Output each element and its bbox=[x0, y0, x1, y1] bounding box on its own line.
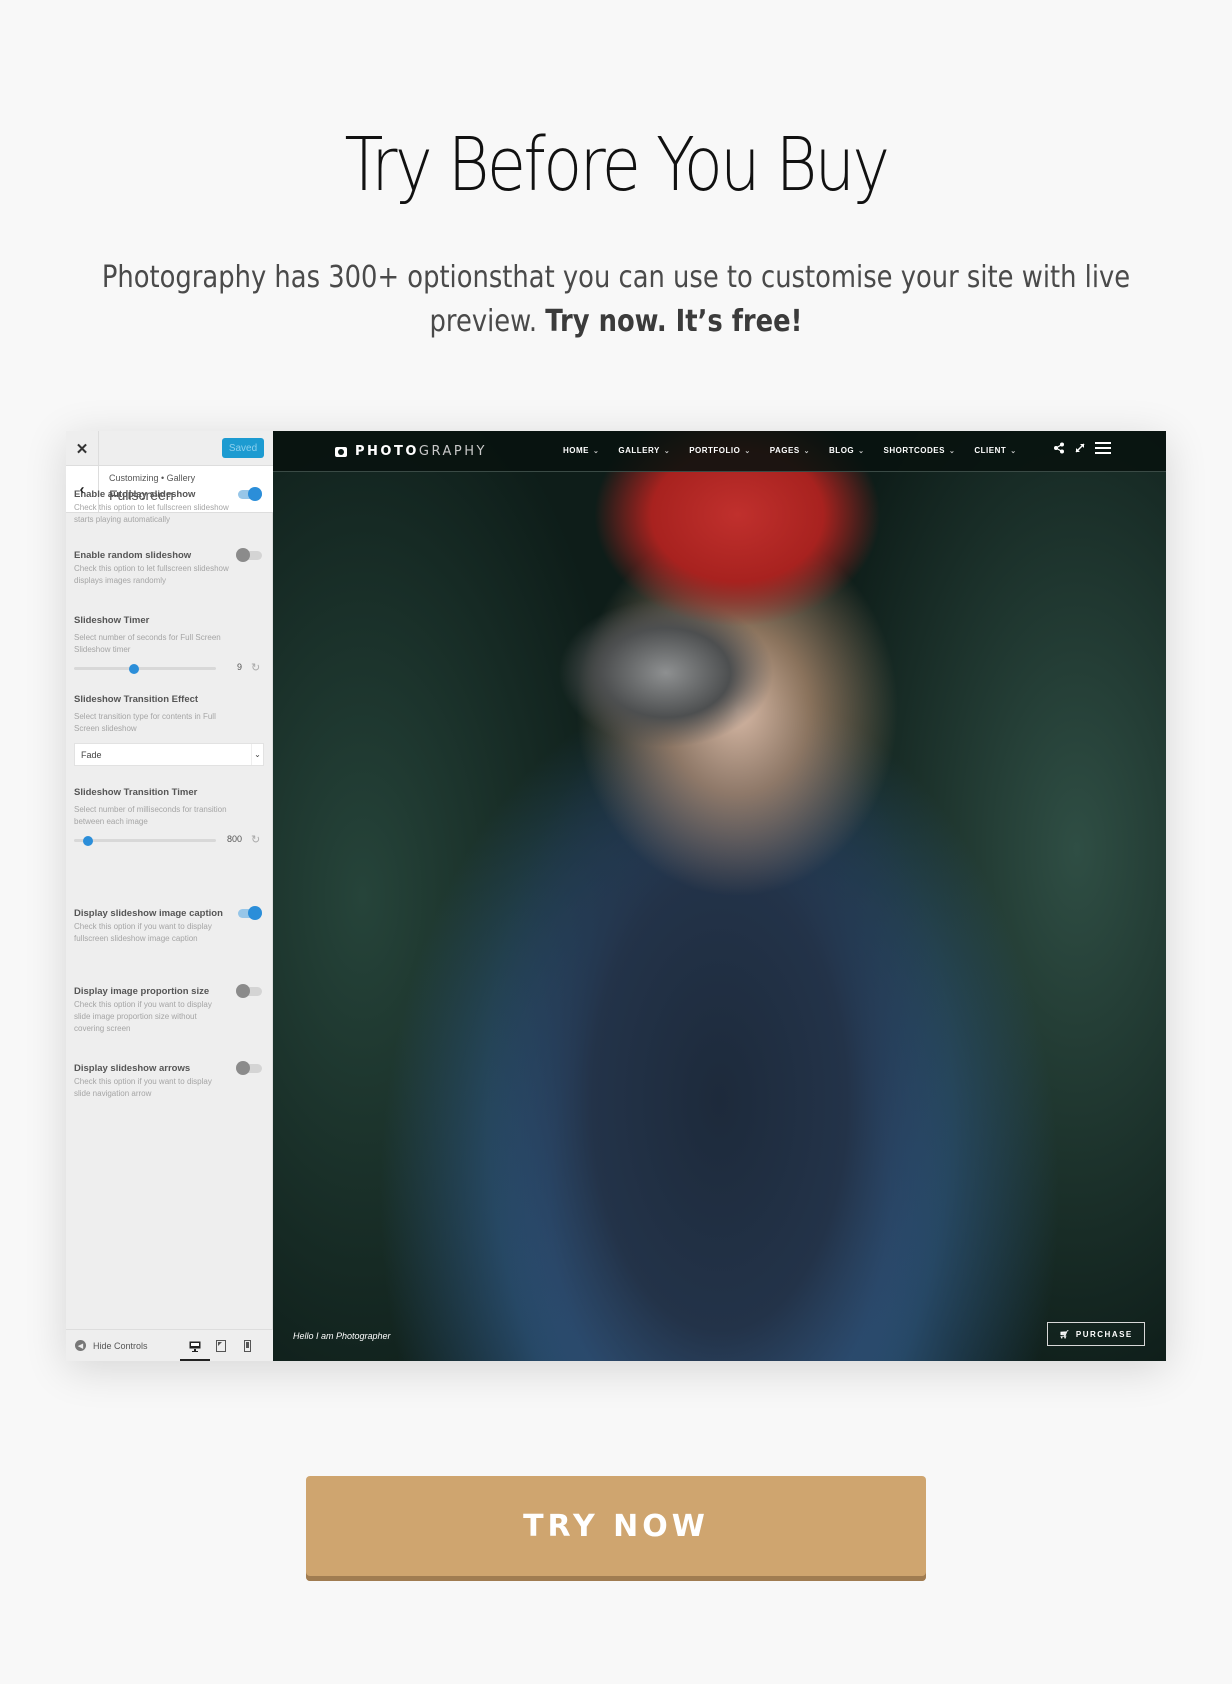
close-button[interactable]: ✕ bbox=[66, 431, 99, 466]
site-preview: PHOTOGRAPHY HOME ⌄ GALLERY ⌄ PORTFOLIO ⌄ PA… bbox=[273, 431, 1166, 1361]
preview-navbar: PHOTOGRAPHY HOME ⌄ GALLERY ⌄ PORTFOLIO ⌄ PA… bbox=[273, 431, 1166, 472]
device-mobile-button[interactable] bbox=[238, 1338, 256, 1354]
logo-light: GRAPHY bbox=[418, 444, 487, 459]
purchase-button[interactable]: 🛒︎ PURCHASE bbox=[1047, 1322, 1145, 1346]
sidebar-topbar: ✕ Saved bbox=[66, 431, 273, 466]
nav-item-client[interactable]: CLIENT ⌄ bbox=[974, 446, 1016, 455]
breadcrumb: Customizing • Gallery bbox=[109, 473, 196, 483]
nav-label: HOME bbox=[563, 446, 589, 455]
reset-icon[interactable]: ↻ bbox=[251, 833, 260, 846]
chevron-down-icon: ⌄ bbox=[1010, 448, 1017, 455]
option-image-caption: Display slideshow image caption Check th… bbox=[74, 906, 264, 945]
slider-value: 800 bbox=[226, 834, 242, 844]
nav-label: CLIENT bbox=[974, 446, 1007, 455]
hide-controls-button[interactable]: ◀ Hide Controls bbox=[75, 1340, 148, 1351]
option-title: Slideshow Transition Timer bbox=[74, 787, 198, 798]
device-desktop-button[interactable] bbox=[180, 1338, 210, 1361]
slider-handle[interactable] bbox=[128, 664, 139, 674]
nav-item-home[interactable]: HOME ⌄ bbox=[563, 446, 599, 455]
hero-subtitle: Photography has 300+ optionsthat you can… bbox=[86, 256, 1146, 344]
option-desc: Check this option to let fullscreen slid… bbox=[74, 503, 229, 524]
mobile-icon bbox=[243, 1340, 251, 1352]
reset-icon[interactable]: ↻ bbox=[251, 661, 260, 674]
option-random: Enable random slideshow Check this optio… bbox=[74, 548, 264, 587]
customizer-screenshot: ✕ Saved ‹ Customizing • Gallery Fullscre… bbox=[66, 431, 1166, 1361]
nav-item-blog[interactable]: BLOG ⌄ bbox=[829, 446, 864, 455]
nav-menu: HOME ⌄ GALLERY ⌄ PORTFOLIO ⌄ PAGES ⌄ BLOG ⌄ S… bbox=[563, 446, 1017, 455]
chevron-down-icon: ⌄ bbox=[251, 744, 263, 765]
try-now-button[interactable]: TRY NOW bbox=[306, 1476, 926, 1581]
device-tablet-button[interactable] bbox=[212, 1338, 230, 1354]
chevron-down-icon: ⌄ bbox=[803, 448, 811, 455]
option-desc: Check this option if you want to display… bbox=[74, 922, 212, 943]
sidebar-footer: ◀ Hide Controls bbox=[66, 1329, 273, 1361]
option-title: Slideshow Timer bbox=[74, 615, 150, 626]
chevron-down-icon: ⌄ bbox=[858, 448, 865, 455]
select-value: Fade bbox=[81, 750, 102, 760]
chevron-down-icon: ⌄ bbox=[663, 448, 671, 455]
nav-label: PAGES bbox=[769, 446, 800, 455]
option-desc: Select number of milliseconds for transi… bbox=[74, 805, 227, 826]
option-proportion-size: Display image proportion size Check this… bbox=[74, 984, 264, 1035]
customizer-sidebar: ✕ Saved ‹ Customizing • Gallery Fullscre… bbox=[66, 431, 273, 1361]
nav-item-pages[interactable]: PAGES ⌄ bbox=[770, 446, 810, 455]
collapse-icon: ◀ bbox=[75, 1340, 86, 1351]
option-desc: Select number of seconds for Full Screen… bbox=[74, 633, 221, 654]
nav-label: GALLERY bbox=[618, 446, 660, 455]
site-logo[interactable]: PHOTOGRAPHY bbox=[335, 444, 487, 459]
logo-text: PHOTOGRAPHY bbox=[355, 444, 487, 459]
desktop-icon bbox=[189, 1341, 201, 1352]
slider-value: 9 bbox=[236, 662, 242, 672]
option-slideshow-arrows: Display slideshow arrows Check this opti… bbox=[74, 1061, 264, 1100]
timer-slider-row: 9 ↻ bbox=[74, 661, 264, 677]
chevron-down-icon: ⌄ bbox=[948, 448, 956, 455]
purchase-label: PURCHASE bbox=[1075, 1329, 1133, 1339]
slider-handle[interactable] bbox=[83, 836, 94, 846]
caption-toggle[interactable] bbox=[236, 906, 262, 920]
nav-label: SHORTCODES bbox=[883, 446, 945, 455]
option-desc: Check this option if you want to display… bbox=[74, 1000, 212, 1033]
random-toggle[interactable] bbox=[236, 548, 262, 562]
option-slideshow-timer: Slideshow Timer Select number of seconds… bbox=[74, 615, 264, 677]
option-title: Slideshow Transition Effect bbox=[74, 694, 199, 705]
close-icon: ✕ bbox=[75, 440, 89, 458]
option-desc: Check this option if you want to display… bbox=[74, 1077, 212, 1098]
share-icon[interactable] bbox=[1053, 442, 1065, 454]
option-transition-timer: Slideshow Transition Timer Select number… bbox=[74, 787, 264, 849]
hide-controls-label: Hide Controls bbox=[93, 1340, 148, 1351]
camera-icon bbox=[335, 446, 347, 457]
nav-icons bbox=[1053, 442, 1111, 454]
nav-label: PORTFOLIO bbox=[689, 446, 741, 455]
transition-slider-row: 800 ↻ bbox=[74, 833, 264, 849]
slide-caption: Hello I am Photographer bbox=[293, 1331, 391, 1341]
nav-item-shortcodes[interactable]: SHORTCODES ⌄ bbox=[884, 446, 956, 455]
menu-icon[interactable] bbox=[1095, 442, 1111, 454]
saved-button[interactable]: Saved bbox=[222, 438, 264, 458]
chevron-down-icon: ⌄ bbox=[593, 448, 600, 455]
logo-bold: PHOTO bbox=[355, 444, 419, 459]
option-transition-effect: Slideshow Transition Effect Select trans… bbox=[74, 694, 264, 766]
nav-item-gallery[interactable]: GALLERY ⌄ bbox=[618, 446, 670, 455]
nav-item-portfolio[interactable]: PORTFOLIO ⌄ bbox=[689, 446, 751, 455]
proportion-toggle[interactable] bbox=[236, 984, 262, 998]
hero-title: Try Before You Buy bbox=[344, 122, 890, 208]
arrows-toggle[interactable] bbox=[236, 1061, 262, 1075]
autoplay-toggle[interactable] bbox=[236, 487, 262, 501]
transition-effect-select[interactable]: Fade ⌄ bbox=[74, 743, 264, 766]
option-autoplay: Enable autoplay slideshow Check this opt… bbox=[74, 487, 264, 526]
tablet-icon bbox=[216, 1340, 226, 1352]
timer-slider[interactable] bbox=[74, 664, 216, 674]
transition-slider[interactable] bbox=[74, 836, 216, 846]
chevron-down-icon: ⌄ bbox=[744, 448, 751, 455]
cart-icon: 🛒︎ bbox=[1059, 1329, 1071, 1339]
fullscreen-icon[interactable] bbox=[1074, 442, 1086, 454]
nav-label: BLOG bbox=[829, 446, 855, 455]
option-desc: Check this option to let fullscreen slid… bbox=[74, 564, 229, 585]
hero-subtitle-emphasis: Try now. It’s free! bbox=[545, 304, 803, 339]
option-desc: Select transition type for contents in F… bbox=[74, 712, 216, 733]
